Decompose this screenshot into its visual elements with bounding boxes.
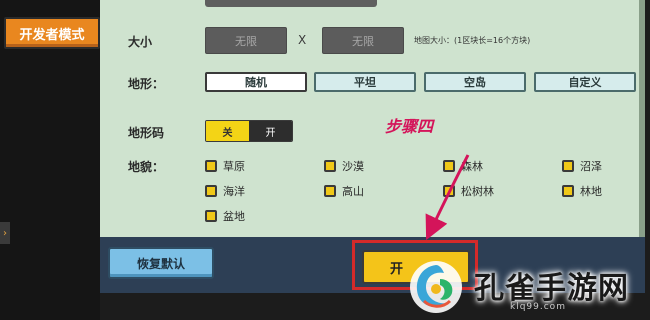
- watermark: 孔雀手游网 klq99.com: [400, 255, 650, 320]
- biome-item-label: 沙漠: [342, 160, 364, 173]
- terrain-option-flat[interactable]: 平坦: [314, 72, 416, 92]
- checkbox-icon[interactable]: [562, 160, 574, 172]
- checkbox-icon[interactable]: [443, 160, 455, 172]
- developer-mode-button[interactable]: 开发者模式: [4, 17, 100, 49]
- biome-item-label: 海洋: [223, 185, 245, 198]
- map-height-field[interactable]: 无限: [322, 27, 404, 54]
- biome-item-label: 林地: [580, 185, 602, 198]
- biome-item-label: 草原: [223, 160, 245, 173]
- top-input-field[interactable]: [205, 0, 377, 7]
- biome-item-ocean[interactable]: 海洋: [205, 183, 245, 199]
- terrain-option-custom[interactable]: 自定义: [534, 72, 636, 92]
- peacock-logo-icon: [410, 261, 462, 313]
- biome-item-pine-forest[interactable]: 松树林: [443, 183, 494, 199]
- map-size-note: 地图大小：(1区块长=16个方块): [414, 36, 531, 45]
- biome-item-label: 松树林: [461, 185, 494, 198]
- biome-item-mountain[interactable]: 高山: [324, 183, 364, 199]
- terrain-label: 地形：: [128, 77, 165, 91]
- terrain-code-label: 地形码: [128, 126, 165, 140]
- chevron-right-icon[interactable]: ›: [0, 222, 10, 244]
- terrain-option-random[interactable]: 随机: [205, 72, 307, 92]
- toggle-off-option[interactable]: 关: [206, 121, 249, 141]
- biome-item-forest[interactable]: 森林: [443, 158, 483, 174]
- biome-item-desert[interactable]: 沙漠: [324, 158, 364, 174]
- size-separator: X: [298, 33, 307, 47]
- reset-defaults-button[interactable]: 恢复默认: [108, 247, 214, 279]
- step-annotation: 步骤四: [385, 117, 434, 136]
- checkbox-icon[interactable]: [205, 160, 217, 172]
- checkbox-icon[interactable]: [443, 185, 455, 197]
- size-label: 大小: [128, 35, 153, 49]
- biome-label: 地貌：: [128, 160, 165, 174]
- biome-item-label: 沼泽: [580, 160, 602, 173]
- watermark-text: 孔雀手游网: [474, 271, 629, 306]
- biome-item-woodland[interactable]: 林地: [562, 183, 602, 199]
- biome-item-label: 森林: [461, 160, 483, 173]
- biome-item-label: 高山: [342, 185, 364, 198]
- biome-item-grassland[interactable]: 草原: [205, 158, 245, 174]
- biome-item-swamp[interactable]: 沼泽: [562, 158, 602, 174]
- checkbox-icon[interactable]: [324, 185, 336, 197]
- checkbox-icon[interactable]: [205, 185, 217, 197]
- biome-item-label: 盆地: [223, 210, 245, 223]
- watermark-url: klq99.com: [510, 302, 566, 312]
- terrain-option-sky-island[interactable]: 空岛: [424, 72, 526, 92]
- map-width-field[interactable]: 无限: [205, 27, 287, 54]
- checkbox-icon[interactable]: [324, 160, 336, 172]
- checkbox-icon[interactable]: [562, 185, 574, 197]
- checkbox-icon[interactable]: [205, 210, 217, 222]
- toggle-on-option[interactable]: 开: [249, 121, 292, 141]
- biome-item-basin[interactable]: 盆地: [205, 208, 245, 224]
- terrain-code-toggle[interactable]: 关 开: [205, 120, 293, 142]
